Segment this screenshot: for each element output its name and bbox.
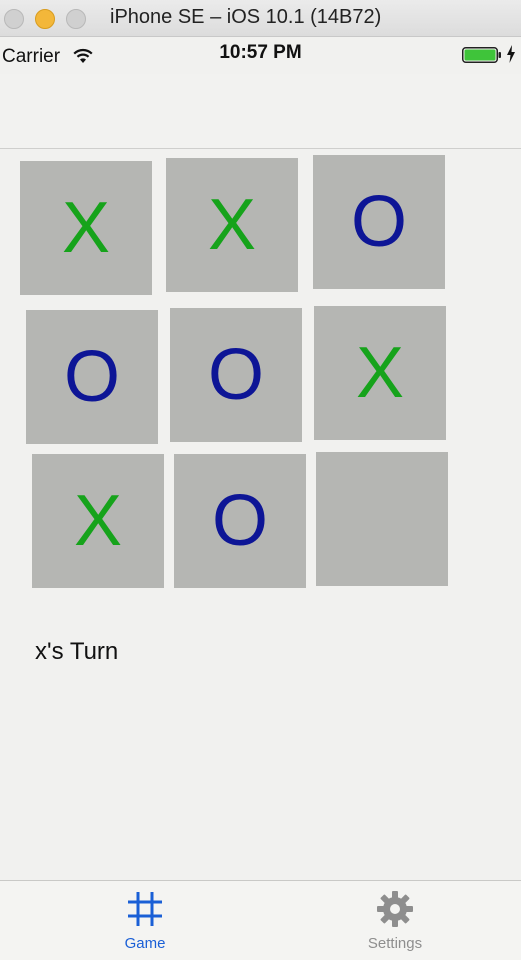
gear-icon: [377, 891, 413, 927]
board-cell-7[interactable]: X: [32, 454, 164, 588]
ios-status-bar: Carrier 10:57 PM: [0, 38, 521, 74]
o-mark: O: [207, 335, 264, 415]
board-cell-2[interactable]: X: [166, 158, 298, 292]
tab-game[interactable]: Game: [85, 881, 205, 960]
tab-settings-label: Settings: [367, 935, 423, 952]
window-title: iPhone SE – iOS 10.1 (14B72): [110, 6, 382, 28]
window-titlebar: iPhone SE – iOS 10.1 (14B72): [0, 0, 521, 37]
close-window-button[interactable]: [4, 9, 24, 29]
charging-icon: [507, 45, 515, 63]
board-cell-4[interactable]: O: [26, 310, 158, 444]
x-mark: X: [355, 333, 405, 413]
tab-bar: Game Settings: [0, 880, 521, 960]
navigation-bar: [0, 74, 521, 149]
x-mark: X: [61, 188, 111, 268]
x-mark: X: [207, 185, 257, 265]
zoom-window-button[interactable]: [66, 9, 86, 29]
battery-icon: [462, 47, 501, 63]
board-cell-9[interactable]: [316, 452, 448, 586]
o-mark: O: [350, 182, 407, 262]
grid-icon: [128, 892, 162, 926]
minimize-window-button[interactable]: [35, 9, 55, 29]
board-cell-3[interactable]: O: [313, 155, 445, 289]
status-time: 10:57 PM: [219, 42, 302, 63]
turn-indicator: x's Turn: [35, 638, 119, 665]
tab-settings[interactable]: Settings: [335, 881, 455, 960]
x-mark: X: [73, 481, 123, 561]
board-cell-6[interactable]: X: [314, 306, 446, 440]
tab-game-label: Game: [124, 935, 166, 952]
board-cell-5[interactable]: O: [170, 308, 302, 442]
simulator-window: iPhone SE – iOS 10.1 (14B72) Carrier 10:…: [0, 0, 521, 960]
board-cell-1[interactable]: X: [20, 161, 152, 295]
o-mark: O: [63, 337, 120, 417]
o-mark: O: [211, 481, 268, 561]
board-cell-8[interactable]: O: [174, 454, 306, 588]
game-board: X X O O O X X O: [20, 155, 448, 588]
